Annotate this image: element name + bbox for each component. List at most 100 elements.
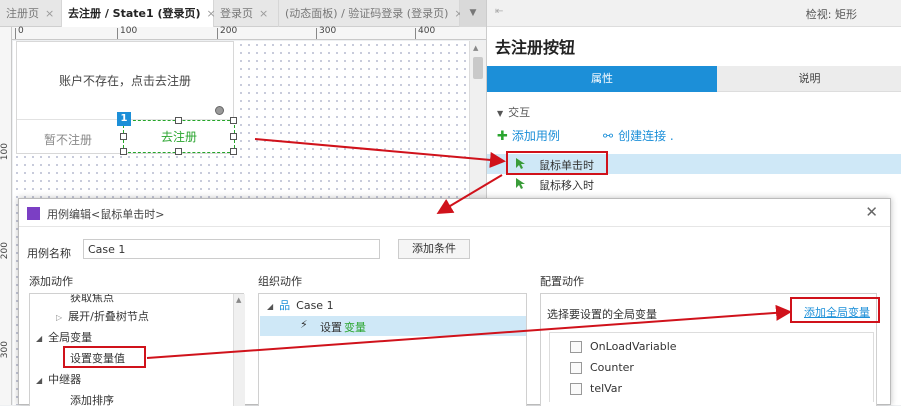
case-name-bar: 用例名称 Case 1 添加条件 [19, 231, 890, 261]
inspector-title: 检视: 矩形 [805, 8, 857, 21]
resize-handle[interactable] [120, 133, 127, 140]
ruler-tick: 100 [116, 26, 138, 39]
cancel-register-button[interactable]: 暂不注册 [44, 131, 92, 148]
chevron-down-icon[interactable]: ▼ [497, 109, 503, 118]
link-icon: ⚯ [603, 129, 614, 143]
inspector-header: ⇤ 检视: 矩形 [487, 0, 901, 27]
tree-item-label: 中继器 [48, 373, 82, 386]
expanded-icon[interactable]: ◢ [36, 334, 42, 343]
create-link-link[interactable]: ⚯ 创建连接 . [603, 127, 674, 144]
tab-dynamic-panel-captcha[interactable]: (动态面板) / 验证码登录 (登录页) × [279, 0, 464, 27]
case-name-input[interactable]: Case 1 [83, 239, 380, 259]
annotation-box-add-global [790, 297, 880, 323]
interaction-count-badge: 1 [117, 112, 131, 126]
tree-item-label: 获取焦点 [70, 293, 114, 304]
variable-label: OnLoadVariable [590, 340, 677, 353]
ruler-tick: 0 [15, 26, 24, 39]
tree-item-label: 展开/折叠树节点 [68, 310, 149, 323]
tree-item-add-sort[interactable]: 添加排序 [70, 392, 114, 406]
annotation-box-onclick [506, 151, 608, 175]
widget-message: 账户不存在，点击去注册 [58, 74, 191, 88]
collapse-icon[interactable]: ⇤ [495, 6, 503, 17]
tab-go-register-state1[interactable]: 去注册 / State1 (登录页) × [62, 0, 216, 28]
document-tab-bar: 注册页 × 去注册 / State1 (登录页) × 登录页 × (动态面板) / 验… [0, 0, 486, 28]
checkbox-onloadvariable[interactable] [570, 341, 582, 353]
close-icon[interactable]: × [259, 7, 268, 20]
expanded-icon[interactable]: ◢ [36, 376, 42, 385]
scrollbar-thumb[interactable] [473, 57, 483, 79]
tab-login-page[interactable]: 登录页 × [214, 0, 279, 27]
ruler-tick: 300 [315, 26, 337, 39]
variable-list: OnLoadVariable Counter telVar [549, 332, 874, 402]
organize-actions-panel[interactable]: ◢ 品 Case 1 ⚡ 设置 变量 [258, 293, 527, 406]
add-case-label: 添加用例 [511, 129, 560, 143]
ruler-tick: 200 [216, 26, 238, 39]
case-name-label: 用例名称 [27, 247, 71, 260]
horizontal-ruler: 0 100 200 300 400 [12, 26, 486, 40]
action-object: 变量 [344, 321, 366, 334]
resize-handle[interactable] [175, 117, 182, 124]
plus-icon: ✚ [497, 129, 508, 144]
tab-label: 注册页 [6, 7, 39, 20]
scroll-up-icon[interactable]: ▲ [473, 44, 478, 52]
event-on-mouse-enter[interactable]: 鼠标移入时 [487, 174, 901, 194]
dialog-titlebar: 用例编辑<鼠标单击时> ✕ [19, 199, 890, 227]
annotation-box-set-variable [63, 346, 146, 368]
ruler-tick: 400 [414, 26, 436, 39]
selected-action-row[interactable]: ⚡ 设置 变量 [260, 316, 526, 336]
axure-logo-icon [27, 207, 40, 220]
action-verb: 设置 [320, 321, 342, 334]
resize-handle[interactable] [230, 133, 237, 140]
add-action-header: 添加动作 [29, 275, 73, 288]
configure-action-header: 配置动作 [540, 275, 584, 288]
tab-label: 去注册 / State1 (登录页) [68, 7, 201, 20]
ruler-tick: 200 [0, 242, 10, 260]
variable-label: telVar [590, 382, 623, 395]
scroll-up-icon[interactable]: ▲ [236, 296, 241, 304]
tab-register-page[interactable]: 注册页 × [0, 0, 62, 27]
close-icon[interactable]: × [45, 7, 54, 20]
tab-overflow-icon[interactable]: ▼ [460, 0, 486, 27]
inspector-tabs: 属性 说明 [487, 66, 901, 92]
checkbox-telvar[interactable] [570, 383, 582, 395]
tree-item-expand-collapse[interactable]: ▷ 展开/折叠树节点 [56, 308, 149, 324]
tab-properties[interactable]: 属性 [487, 66, 717, 92]
resize-handle[interactable] [175, 148, 182, 155]
interactions-section[interactable]: ▼ 交互 [497, 104, 530, 120]
ruler-tick: 300 [0, 341, 10, 359]
expanded-icon[interactable]: ◢ [267, 302, 273, 311]
tree-item-repeater[interactable]: ◢ 中继器 [36, 371, 81, 387]
event-label: 鼠标移入时 [539, 179, 594, 192]
organize-action-header: 组织动作 [258, 275, 302, 288]
checkbox-counter[interactable] [570, 362, 582, 374]
configure-subtitle: 选择要设置的全局变量 [547, 308, 657, 321]
tree-item-get-focus[interactable]: 获取焦点 [70, 293, 114, 305]
tree-item-label: 全局变量 [48, 331, 93, 344]
dialog-title: 用例编辑<鼠标单击时> [47, 208, 165, 221]
close-icon[interactable]: ✕ [865, 203, 878, 221]
case-tree-icon: 品 [279, 299, 291, 312]
create-link-label: 创建连接 . [618, 129, 674, 143]
ruler-tick: 100 [0, 143, 10, 161]
tree-item-global-variables[interactable]: ◢ 全局变量 [36, 329, 92, 345]
tree-scrollbar[interactable]: ▲ [233, 294, 245, 406]
add-condition-button[interactable]: 添加条件 [398, 239, 470, 259]
variable-label: Counter [590, 361, 634, 374]
tree-item-label: 添加排序 [70, 394, 114, 406]
chevron-right-icon[interactable]: ▷ [56, 313, 62, 322]
rotate-handle-icon[interactable] [215, 106, 224, 115]
resize-handle[interactable] [230, 117, 237, 124]
go-register-label: 去注册 [160, 130, 197, 144]
tab-notes[interactable]: 说明 [717, 66, 901, 92]
vertical-ruler: 100 200 300 [0, 27, 12, 405]
case-editor-dialog: 用例编辑<鼠标单击时> ✕ 用例名称 Case 1 添加条件 添加动作 组织动作… [18, 198, 891, 406]
add-case-link[interactable]: ✚ 添加用例 [497, 127, 560, 144]
tab-label: 登录页 [220, 7, 253, 20]
widget-name[interactable]: 去注册按钮 [495, 34, 575, 58]
case-node-label: Case 1 [296, 299, 334, 312]
resize-handle[interactable] [230, 148, 237, 155]
cursor-hover-icon [516, 178, 525, 189]
resize-handle[interactable] [120, 148, 127, 155]
case-node[interactable]: ◢ 品 Case 1 [267, 297, 334, 313]
go-register-button-selected[interactable]: 去注册 [120, 117, 237, 155]
